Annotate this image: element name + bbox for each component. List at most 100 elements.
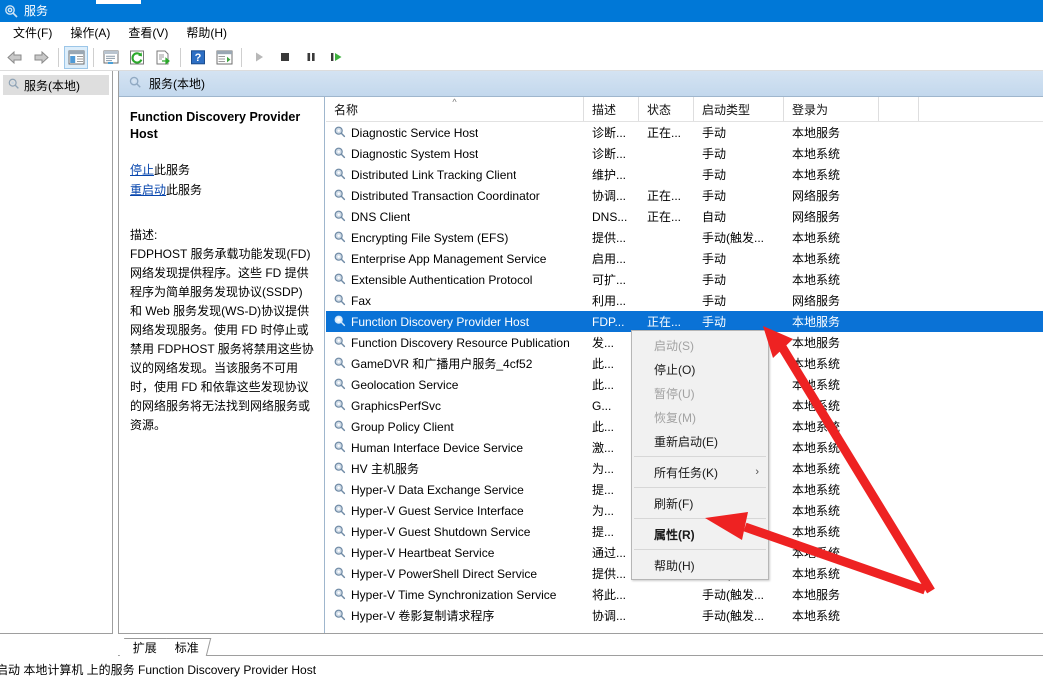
service-name-label: Group Policy Client [351, 419, 454, 434]
cell-service-name: Hyper-V Guest Service Interface [326, 503, 584, 519]
ctx-refresh[interactable]: 刷新(F) [632, 491, 768, 515]
service-name-label: Distributed Link Tracking Client [351, 167, 517, 182]
column-header-description-label: 描述 [592, 102, 617, 117]
stop-icon[interactable] [273, 46, 297, 69]
cell-log-on-as: 本地系统 [792, 483, 841, 497]
cell-log-on-as: 本地系统 [792, 441, 841, 455]
service-name-label: Human Interface Device Service [351, 440, 524, 455]
cell-log-on-as: 网络服务 [792, 210, 841, 224]
menu-action[interactable]: 操作(A) [61, 23, 119, 43]
tab-strip-baseline [118, 655, 1043, 656]
column-header-log-on-as-label: 登录为 [792, 102, 829, 117]
service-gear-icon [333, 146, 346, 162]
table-row[interactable]: Extensible Authentication Protocol 可扩... 手… [326, 269, 1043, 290]
service-name-label: Diagnostic System Host [351, 146, 479, 161]
table-row[interactable]: Distributed Transaction Coordinator 协调...… [326, 185, 1043, 206]
service-context-menu: 启动(S) 停止(O) 暂停(U) 恢复(M) 重新启动(E) 所有任务(K) › 刷新(F)… [631, 330, 769, 580]
table-row[interactable]: Encrypting File System (EFS) 提供... 手动(触发..… [326, 227, 1043, 248]
cell-log-on-as: 本地系统 [792, 399, 841, 413]
menu-help[interactable]: 帮助(H) [177, 23, 236, 43]
column-header-name[interactable]: ^ 名称 [326, 97, 584, 121]
svg-text:?: ? [195, 52, 202, 64]
properties-icon[interactable] [99, 46, 123, 69]
service-name-label: HV 主机服务 [351, 462, 420, 476]
cell-description: 将此... [592, 588, 627, 602]
cell-status: 正在... [647, 189, 682, 203]
cell-service-name: Diagnostic Service Host [326, 125, 584, 141]
table-row[interactable]: Distributed Link Tracking Client 维护... 手动 本… [326, 164, 1043, 185]
table-row[interactable]: Function Discovery Provider Host FDP... 正在… [326, 311, 1043, 332]
menu-view[interactable]: 查看(V) [119, 23, 177, 43]
restart-icon[interactable] [325, 46, 349, 69]
cell-service-name: Group Policy Client [326, 419, 584, 435]
show-action-pane-icon[interactable] [212, 46, 236, 69]
status-bar: 启动 本地计算机 上的服务 Function Discovery Provide… [0, 657, 1043, 680]
column-header-status[interactable]: 状态 [639, 97, 694, 121]
results-pane-title: 服务(本地) [149, 77, 205, 91]
tree-item-services-local[interactable]: 服务(本地) [3, 75, 109, 95]
sort-ascending-caret: ^ [452, 97, 457, 107]
cell-service-name: HV 主机服务 [326, 460, 584, 477]
ctx-restart[interactable]: 重新启动(E) [632, 429, 768, 453]
cell-startup-type: 手动(触发... [702, 588, 764, 602]
cell-description: 诊断... [592, 126, 627, 140]
table-row[interactable]: Enterprise App Management Service 启用... 手动… [326, 248, 1043, 269]
forward-arrow-icon[interactable] [29, 46, 53, 69]
export-list-icon[interactable] [151, 46, 175, 69]
cell-log-on-as: 本地系统 [792, 378, 841, 392]
service-name-label: Hyper-V Time Synchronization Service [351, 587, 557, 602]
menu-file[interactable]: 文件(F) [4, 23, 61, 43]
cell-status: 正在... [647, 126, 682, 140]
title-bar-notch [96, 0, 141, 4]
table-row[interactable]: Hyper-V 卷影复制请求程序 协调... 手动(触发... 本地系统 [326, 605, 1043, 626]
cell-startup-type: 手动 [702, 147, 727, 161]
column-header-log-on-as[interactable]: 登录为 [784, 97, 879, 121]
service-gear-icon [333, 293, 346, 309]
stop-service-link[interactable]: 停止 [130, 163, 154, 177]
console-tree-pane: 服务(本地) [0, 71, 113, 634]
cell-log-on-as: 网络服务 [792, 189, 841, 203]
refresh-icon[interactable] [125, 46, 149, 69]
cell-log-on-as: 本地系统 [792, 609, 841, 623]
play-icon[interactable] [247, 46, 271, 69]
service-name-label: Distributed Transaction Coordinator [351, 188, 540, 203]
pause-icon[interactable] [299, 46, 323, 69]
ctx-all-tasks[interactable]: 所有任务(K) › [632, 460, 768, 484]
cell-log-on-as: 网络服务 [792, 294, 841, 308]
cell-startup-type: 手动 [702, 189, 727, 203]
back-arrow-icon[interactable] [3, 46, 27, 69]
table-row[interactable]: DNS Client DNS... 正在... 自动 网络服务 [326, 206, 1043, 227]
table-row[interactable]: Hyper-V Time Synchronization Service 将此..… [326, 584, 1043, 605]
service-gear-icon [333, 188, 346, 204]
ctx-stop[interactable]: 停止(O) [632, 357, 768, 381]
results-pane: 服务(本地) Function Discovery Provider Host … [118, 71, 1043, 634]
table-row[interactable]: Diagnostic Service Host 诊断... 正在... 手动 本地服务 [326, 122, 1043, 143]
title-bar: 服务 [0, 0, 1043, 22]
service-gear-icon [333, 587, 346, 603]
tab-standard[interactable]: 标准 [161, 638, 212, 656]
cell-service-name: GraphicsPerfSvc [326, 398, 584, 414]
table-row[interactable]: Diagnostic System Host 诊断... 手动 本地系统 [326, 143, 1043, 164]
show-hide-tree-icon[interactable] [64, 45, 88, 69]
cell-log-on-as: 本地服务 [792, 588, 841, 602]
column-header-description[interactable]: 描述 [584, 97, 639, 121]
service-name-label: Encrypting File System (EFS) [351, 230, 509, 245]
help-icon[interactable]: ? [186, 46, 210, 69]
toolbar-separator-2 [93, 47, 94, 67]
service-gear-icon [333, 608, 346, 624]
description-label: 描述: [130, 228, 158, 242]
service-name-label: Hyper-V PowerShell Direct Service [351, 566, 538, 581]
restart-service-link[interactable]: 重启动 [130, 183, 166, 197]
cell-description: 协调... [592, 609, 627, 623]
column-header-startup-type[interactable]: 启动类型 [694, 97, 784, 121]
cell-service-name: Diagnostic System Host [326, 146, 584, 162]
cell-description: 提供... [592, 231, 627, 245]
ctx-resume: 恢复(M) [632, 405, 768, 429]
ctx-help[interactable]: 帮助(H) [632, 553, 768, 577]
toolbar-separator-1 [58, 47, 59, 67]
ctx-properties[interactable]: 属性(R) [632, 522, 768, 546]
cell-log-on-as: 本地系统 [792, 147, 841, 161]
toolbar-separator-4 [241, 47, 242, 67]
table-row[interactable]: Fax 利用... 手动 网络服务 [326, 290, 1043, 311]
services-console-window: 服务 文件(F) 操作(A) 查看(V) 帮助(H) ? 服务(本地) 服务(本… [0, 0, 1043, 680]
